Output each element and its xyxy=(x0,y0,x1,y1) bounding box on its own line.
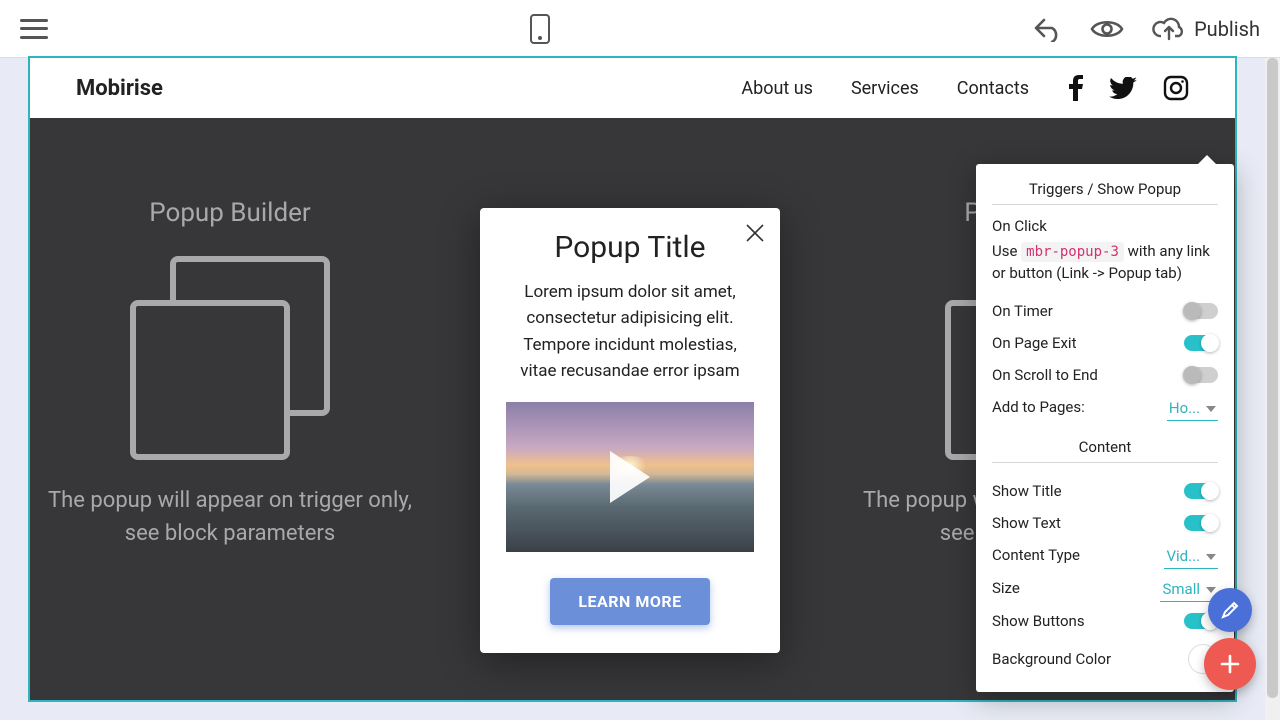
size-label: Size xyxy=(992,579,1020,597)
content-type-select[interactable]: Vid... xyxy=(1164,545,1218,569)
nav-link-about[interactable]: About us xyxy=(741,78,813,99)
popup-title[interactable]: Popup Title xyxy=(506,230,754,265)
show-title-toggle[interactable] xyxy=(1184,483,1218,499)
instagram-icon[interactable] xyxy=(1163,75,1189,101)
popup-id-code: mbr-popup-3 xyxy=(1021,242,1124,262)
plus-icon xyxy=(1218,652,1242,676)
builder-title: Popup Builder xyxy=(149,198,310,228)
page-scrollbar[interactable] xyxy=(1265,58,1280,720)
play-icon[interactable] xyxy=(610,451,650,503)
site-brand[interactable]: Mobirise xyxy=(76,76,163,101)
on-click-help: Use mbr-popup-3 with any link or button … xyxy=(992,241,1218,285)
add-to-pages-select[interactable]: Ho... xyxy=(1167,397,1218,421)
add-block-fab[interactable] xyxy=(1204,638,1256,690)
site-navbar: Mobirise About us Services Contacts xyxy=(30,58,1235,118)
on-click-label: On Click xyxy=(992,217,1218,235)
popup-preview: Popup Title Lorem ipsum dolor sit amet, … xyxy=(480,208,780,653)
close-icon[interactable] xyxy=(744,222,766,248)
learn-more-button[interactable]: LEARN MORE xyxy=(550,578,709,625)
size-select[interactable]: Small xyxy=(1160,578,1218,602)
edit-fab[interactable] xyxy=(1208,588,1252,632)
popup-video[interactable] xyxy=(506,402,754,552)
popup-text[interactable]: Lorem ipsum dolor sit amet, consectetur … xyxy=(506,279,754,384)
on-timer-toggle[interactable] xyxy=(1184,303,1218,319)
add-to-pages-label: Add to Pages: xyxy=(992,398,1085,416)
show-title-label: Show Title xyxy=(992,482,1062,500)
on-page-exit-toggle[interactable] xyxy=(1184,335,1218,351)
preview-icon[interactable] xyxy=(1090,18,1124,40)
mobile-preview-icon[interactable] xyxy=(530,14,550,44)
section-triggers-title: Triggers / Show Popup xyxy=(992,180,1218,198)
pencil-icon xyxy=(1220,600,1240,620)
on-page-exit-label: On Page Exit xyxy=(992,334,1077,352)
cloud-upload-icon xyxy=(1152,17,1186,41)
on-timer-label: On Timer xyxy=(992,302,1053,320)
twitter-icon[interactable] xyxy=(1109,77,1137,99)
undo-icon[interactable] xyxy=(1032,16,1062,42)
app-toolbar: Publish xyxy=(0,0,1280,58)
builder-help-text: The popup will appear on trigger only,se… xyxy=(48,484,412,550)
content-type-label: Content Type xyxy=(992,546,1080,564)
builder-stack-icon xyxy=(130,256,330,456)
show-text-toggle[interactable] xyxy=(1184,515,1218,531)
settings-scroll[interactable]: Triggers / Show Popup On Click Use mbr-p… xyxy=(976,164,1234,692)
publish-label: Publish xyxy=(1194,17,1260,41)
menu-icon[interactable] xyxy=(20,19,48,39)
bg-color-label: Background Color xyxy=(992,650,1111,668)
facebook-icon[interactable] xyxy=(1069,75,1083,101)
block-settings-panel: Triggers / Show Popup On Click Use mbr-p… xyxy=(976,164,1234,692)
show-text-label: Show Text xyxy=(992,514,1061,532)
on-scroll-end-toggle[interactable] xyxy=(1184,367,1218,383)
show-buttons-label: Show Buttons xyxy=(992,612,1085,630)
nav-link-contacts[interactable]: Contacts xyxy=(957,78,1029,99)
on-scroll-end-label: On Scroll to End xyxy=(992,366,1098,384)
publish-button[interactable]: Publish xyxy=(1152,17,1260,41)
nav-link-services[interactable]: Services xyxy=(851,78,919,99)
builder-placeholder-left: Popup Builder The popup will appear on t… xyxy=(30,118,430,700)
section-content-title: Content xyxy=(992,438,1218,456)
